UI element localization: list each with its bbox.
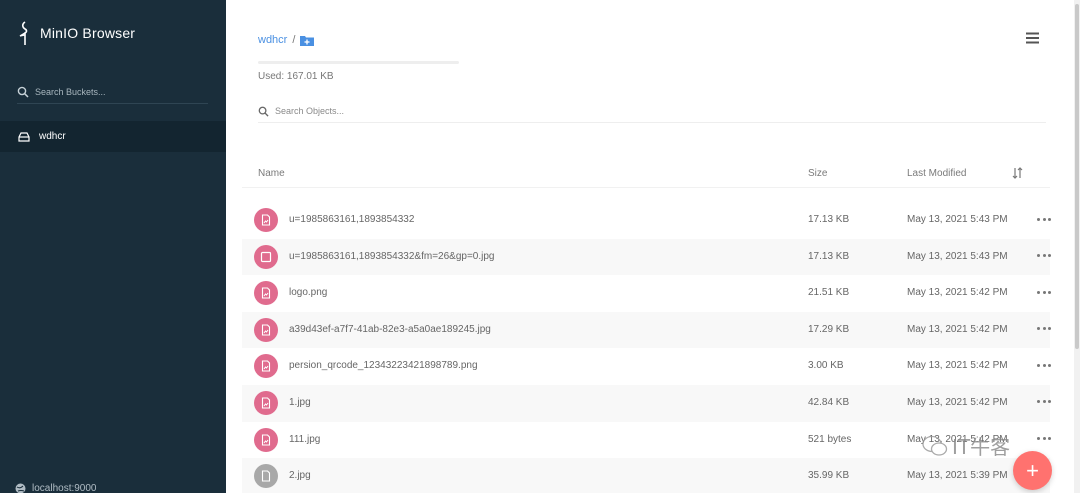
file-modified: May 13, 2021 5:42 PM bbox=[907, 396, 1008, 408]
file-size: 17.13 KB bbox=[808, 214, 850, 225]
file-modified: May 13, 2021 5:42 PM bbox=[907, 323, 1008, 335]
table-row[interactable]: 2.jpg 35.99 KB May 13, 2021 5:39 PM bbox=[242, 458, 1051, 493]
scrollbar[interactable] bbox=[1074, 0, 1080, 493]
more-actions-icon[interactable] bbox=[1037, 359, 1051, 371]
more-actions-icon[interactable] bbox=[1037, 286, 1051, 298]
more-actions-icon[interactable] bbox=[1037, 396, 1051, 408]
brand[interactable]: MinIO Browser bbox=[16, 20, 135, 46]
column-header-size[interactable]: Size bbox=[808, 168, 827, 179]
file-size: 3.00 KB bbox=[808, 360, 844, 372]
more-actions-icon[interactable] bbox=[1037, 213, 1051, 225]
object-search-input[interactable] bbox=[275, 106, 575, 116]
bucket-item-wdhcr[interactable]: wdhcr bbox=[0, 121, 226, 152]
watermark: IT牛客 bbox=[922, 431, 1010, 460]
file-modified: May 13, 2021 5:39 PM bbox=[907, 470, 1008, 482]
file-name[interactable]: 2.jpg bbox=[289, 470, 311, 481]
breadcrumb: wdhcr / bbox=[258, 34, 315, 46]
storage-usage-bar bbox=[258, 61, 459, 64]
file-name[interactable]: u=1985863161,1893854332 bbox=[289, 214, 414, 225]
image-file-icon[interactable] bbox=[254, 354, 278, 379]
file-modified: May 13, 2021 5:43 PM bbox=[907, 214, 1008, 225]
minio-logo-icon bbox=[19, 21, 28, 45]
image-file-icon[interactable] bbox=[254, 208, 278, 232]
file-modified: May 13, 2021 5:42 PM bbox=[907, 360, 1008, 372]
bucket-name: wdhcr bbox=[39, 131, 66, 142]
new-folder-icon[interactable] bbox=[300, 35, 315, 46]
image-file-icon[interactable] bbox=[254, 427, 278, 452]
hard-drive-icon bbox=[18, 131, 30, 142]
file-name[interactable]: 1.jpg bbox=[289, 397, 311, 408]
more-actions-icon[interactable] bbox=[1037, 323, 1051, 335]
table-row[interactable]: u=1985863161,1893854332&fm=26&gp=0.jpg 1… bbox=[242, 238, 1051, 276]
breadcrumb-separator: / bbox=[292, 34, 296, 46]
breadcrumb-bucket-link[interactable]: wdhcr bbox=[258, 34, 287, 46]
image-file-icon[interactable] bbox=[254, 390, 278, 415]
image-file-icon[interactable] bbox=[254, 281, 278, 306]
table-row[interactable]: logo.png 21.51 KB May 13, 2021 5:42 PM bbox=[242, 275, 1051, 312]
sort-icon[interactable] bbox=[1012, 167, 1023, 179]
file-name[interactable]: logo.png bbox=[289, 287, 327, 298]
bucket-search bbox=[17, 80, 208, 104]
more-actions-icon[interactable] bbox=[1037, 433, 1051, 445]
watermark-text: IT牛客 bbox=[952, 435, 1011, 459]
column-header-last-modified[interactable]: Last Modified bbox=[907, 168, 966, 179]
file-size: 521 bytes bbox=[808, 433, 852, 445]
file-size: 17.13 KB bbox=[808, 250, 850, 262]
hamburger-menu-icon[interactable] bbox=[1026, 32, 1039, 44]
file-name[interactable]: persion_qrcode_12343223421898789.png bbox=[289, 360, 478, 371]
scrollbar-thumb[interactable] bbox=[1075, 4, 1079, 349]
brand-title: MinIO Browser bbox=[40, 25, 136, 41]
table-header: Name Size Last Modified bbox=[242, 160, 1050, 188]
file-size: 42.84 KB bbox=[808, 396, 850, 408]
file-name[interactable]: u=1985863161,1893854332&fm=26&gp=0.jpg bbox=[289, 251, 494, 262]
table-row[interactable]: 1.jpg 42.84 KB May 13, 2021 5:42 PM bbox=[242, 384, 1051, 422]
file-size: 17.29 KB bbox=[808, 323, 850, 335]
object-search bbox=[258, 100, 1046, 123]
search-icon bbox=[17, 86, 29, 98]
more-actions-icon[interactable] bbox=[1037, 250, 1051, 262]
globe-icon bbox=[15, 483, 26, 493]
file-icon[interactable] bbox=[254, 464, 278, 489]
host-address: localhost:9000 bbox=[32, 483, 97, 493]
file-size: 21.51 KB bbox=[808, 287, 850, 299]
wechat-icon bbox=[922, 435, 948, 456]
file-name[interactable]: 111.jpg bbox=[289, 434, 320, 445]
main-content: wdhcr / Used: 167.01 KB Name Size Last M… bbox=[226, 0, 1074, 493]
host-info: localhost:9000 bbox=[15, 483, 97, 493]
file-modified: May 13, 2021 5:43 PM bbox=[907, 250, 1008, 262]
image-file-icon[interactable] bbox=[254, 317, 278, 342]
file-name[interactable]: a39d43ef-a7f7-41ab-82e3-a5a0ae189245.jpg bbox=[289, 324, 491, 335]
search-icon bbox=[258, 106, 269, 117]
checkbox-icon[interactable] bbox=[254, 244, 278, 269]
storage-used-text: Used: 167.01 KB bbox=[258, 71, 334, 82]
table-row[interactable]: a39d43ef-a7f7-41ab-82e3-a5a0ae189245.jpg… bbox=[242, 311, 1051, 349]
add-button[interactable]: + bbox=[1013, 451, 1052, 490]
file-modified: May 13, 2021 5:42 PM bbox=[907, 287, 1008, 299]
sidebar: MinIO Browser wdhcr localhost:9000 bbox=[0, 0, 226, 493]
plus-icon: + bbox=[1026, 457, 1039, 483]
table-row[interactable]: persion_qrcode_12343223421898789.png 3.0… bbox=[242, 348, 1051, 385]
column-header-name[interactable]: Name bbox=[258, 168, 285, 179]
file-size: 35.99 KB bbox=[808, 470, 850, 482]
table-row[interactable]: u=1985863161,1893854332 17.13 KB May 13,… bbox=[242, 202, 1051, 239]
bucket-search-input[interactable] bbox=[35, 86, 195, 97]
